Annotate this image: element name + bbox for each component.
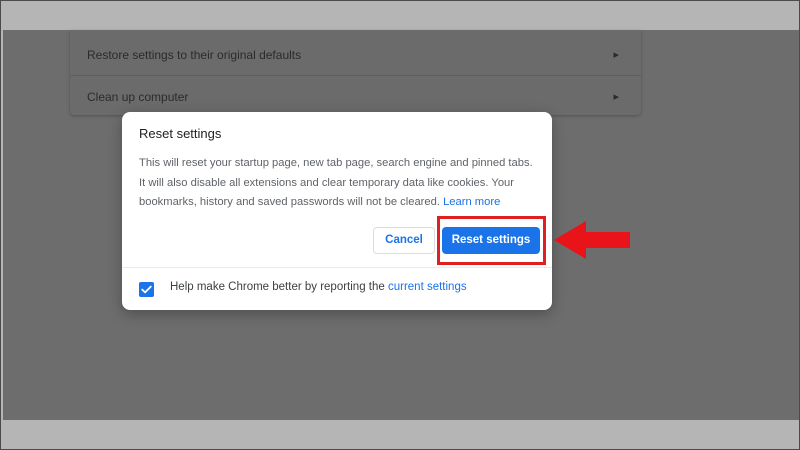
- checkbox-label-text: Help make Chrome better by reporting the: [170, 281, 388, 293]
- chevron-right-icon: ▸: [613, 49, 619, 61]
- reset-section-card: Restore settings to their original defau…: [70, 30, 641, 115]
- dialog-title: Reset settings: [139, 126, 222, 141]
- settings-item-restore-defaults[interactable]: Restore settings to their original defau…: [70, 34, 641, 76]
- current-settings-link[interactable]: current settings: [388, 281, 467, 293]
- pointer-arrow-icon: [554, 221, 630, 259]
- checkmark-icon: [141, 285, 152, 294]
- checkbox-label: Help make Chrome better by reporting the…: [170, 281, 467, 293]
- dialog-description: This will reset your startup page, new t…: [139, 154, 537, 213]
- chevron-right-icon: ▸: [613, 91, 619, 103]
- divider: [122, 267, 552, 268]
- reset-settings-dialog: Reset settings This will reset your star…: [122, 112, 552, 310]
- report-settings-checkbox[interactable]: [139, 282, 154, 297]
- cancel-button[interactable]: Cancel: [373, 227, 435, 254]
- top-bar: [1, 1, 799, 30]
- settings-item-clean-up[interactable]: Clean up computer ▸: [70, 75, 641, 117]
- bottom-bar: [1, 420, 799, 449]
- settings-item-label: Restore settings to their original defau…: [87, 48, 302, 62]
- settings-item-label: Clean up computer: [87, 90, 189, 104]
- learn-more-link[interactable]: Learn more: [443, 196, 500, 208]
- highlight-box: [437, 216, 546, 265]
